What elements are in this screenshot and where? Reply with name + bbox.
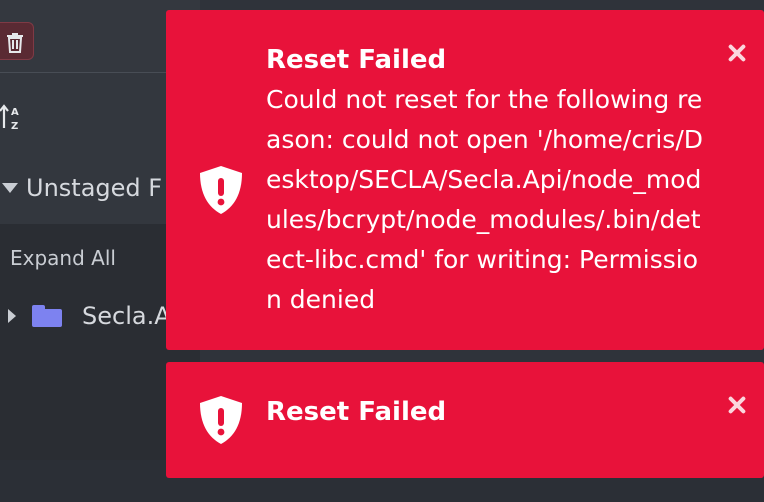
error-toast: Reset Failed — [166, 362, 764, 478]
section-label: Unstaged F — [26, 174, 163, 202]
close-icon[interactable] — [726, 394, 748, 416]
toast-content: Reset Failed Could not reset for the fol… — [266, 44, 706, 320]
shield-exclamation-icon — [200, 166, 242, 214]
folder-icon — [32, 305, 62, 327]
expand-all-link[interactable]: Expand All — [10, 246, 116, 270]
shield-exclamation-icon — [200, 396, 242, 444]
trash-icon — [7, 33, 23, 53]
tree-item-label: Secla.A — [82, 302, 171, 330]
discard-button[interactable] — [0, 22, 34, 60]
error-toast: Reset Failed Could not reset for the fol… — [166, 10, 764, 350]
toast-title: Reset Failed — [266, 45, 447, 75]
app-window: A Z Unstaged F Expand All Secla.A Reset … — [0, 0, 764, 502]
toast-title: Reset Failed — [266, 397, 447, 427]
toast-message: Could not reset for the following reason… — [266, 85, 703, 314]
svg-text:Z: Z — [11, 121, 18, 132]
close-icon[interactable] — [726, 42, 748, 64]
chevron-right-icon[interactable] — [8, 309, 16, 323]
sort-az-icon[interactable]: A Z — [0, 104, 24, 132]
chevron-down-icon — [2, 183, 18, 193]
toast-content: Reset Failed — [266, 396, 706, 432]
svg-text:A: A — [11, 107, 19, 118]
